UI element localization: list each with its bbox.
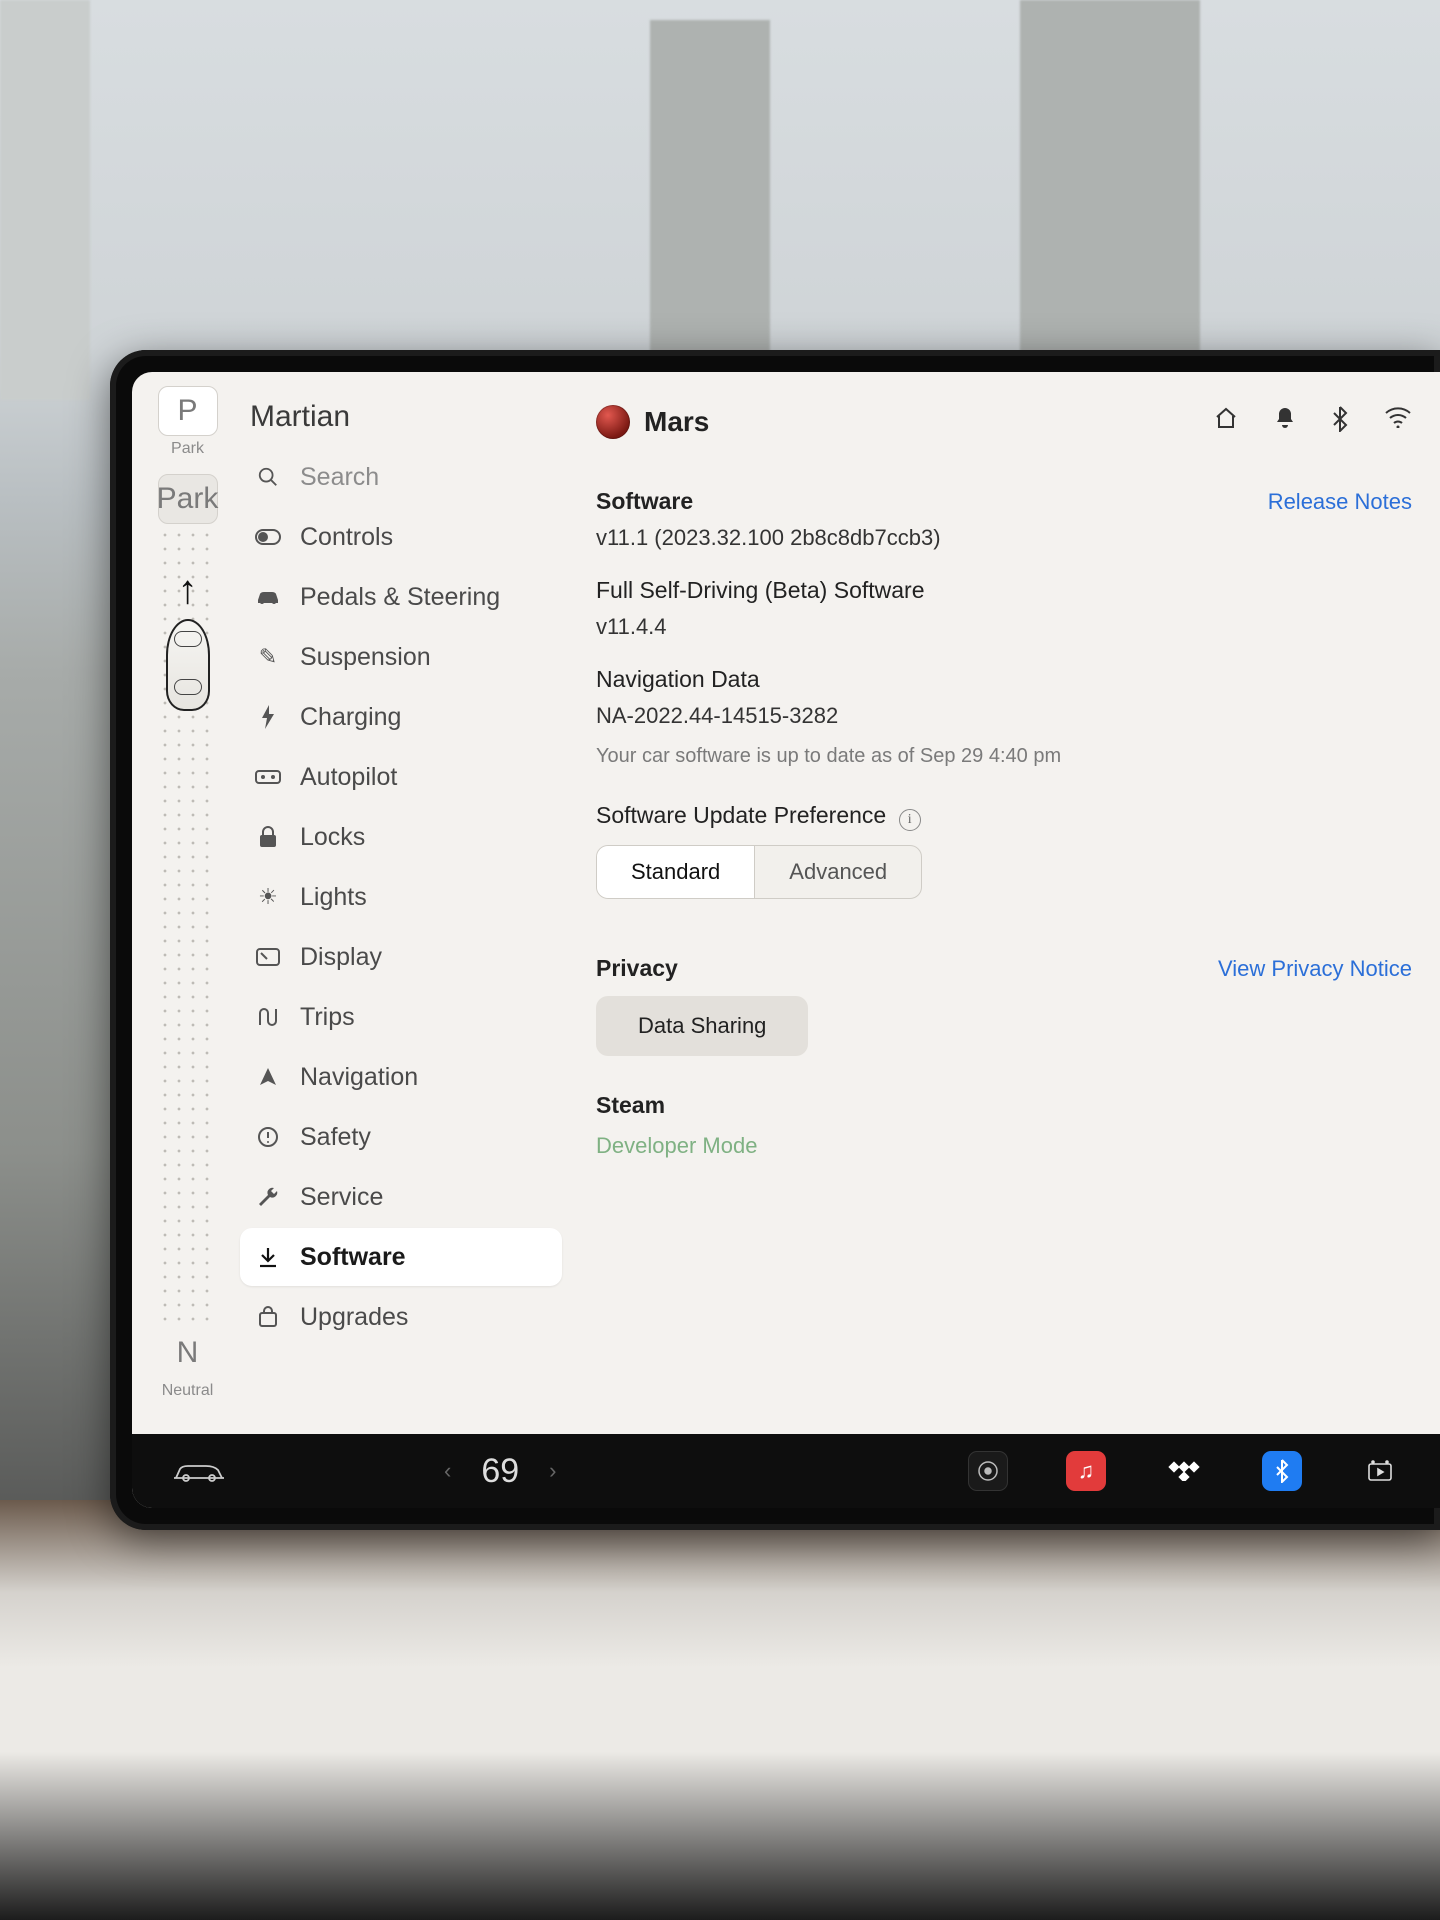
profile-name[interactable]: Martian [240,396,562,448]
display-bezel: P Park Park ↑ N Neutral Martian [110,350,1440,1530]
sidebar-item-safety[interactable]: Safety [240,1108,562,1166]
sidebar-item-charging[interactable]: Charging [240,688,562,746]
warn-icon [254,1126,282,1148]
pref-standard-button[interactable]: Standard [597,846,755,898]
wrench-icon [254,1186,282,1208]
wifi-icon[interactable] [1384,406,1412,439]
gear-park-label: Park [171,440,204,458]
info-icon[interactable]: i [899,809,921,831]
developer-mode-button[interactable]: Developer Mode [596,1133,1412,1159]
software-heading: Software [596,488,693,515]
gear-neutral-button[interactable]: N [158,1328,218,1378]
update-pref-heading: Software Update Preference [596,802,886,828]
gear-park-indicator: Park [158,474,218,524]
sidebar-item-label: Lights [300,883,367,912]
sidebar-item-autopilot[interactable]: Autopilot [240,748,562,806]
nav-icon [254,1067,282,1087]
sidebar-item-service[interactable]: Service [240,1168,562,1226]
main-panel: Mars [572,372,1440,1434]
sidebar-item-label: Software [300,1243,406,1272]
privacy-heading: Privacy [596,955,678,982]
gear-column: P Park Park ↑ N Neutral [132,372,232,1434]
sidebar-item-label: Service [300,1183,383,1212]
sidebar-item-suspension[interactable]: ✎ Suspension [240,628,562,686]
sidebar-item-label: Display [300,943,382,972]
sidebar-item-label: Locks [300,823,365,852]
release-notes-link[interactable]: Release Notes [1268,489,1412,515]
route-icon [254,1007,282,1027]
chevron-left-icon[interactable]: ‹ [444,1458,451,1484]
steering-wheel-icon [254,769,282,785]
fsd-version: v11.4.4 [596,614,1412,640]
sidebar-item-label: Controls [300,523,393,552]
dashcam-icon[interactable] [968,1451,1008,1491]
update-status: Your car software is up to date as of Se… [596,745,1412,768]
pen-icon: ✎ [254,644,282,670]
driving-lane-visualization: ↑ [158,528,218,1328]
sidebar-item-search[interactable]: Search [240,448,562,506]
sidebar-item-controls[interactable]: Controls [240,508,562,566]
main-header: Mars [596,396,1412,448]
display-icon [254,948,282,966]
tidal-app-icon[interactable] [1164,1451,1204,1491]
bag-icon [254,1306,282,1328]
car-launcher-icon[interactable] [172,1459,226,1483]
gear-park-button[interactable]: P [158,386,218,436]
music-app-icon[interactable]: ♫ [1066,1451,1106,1491]
download-icon [254,1246,282,1268]
sidebar-item-pedals-steering[interactable]: Pedals & Steering [240,568,562,626]
software-version: v11.1 (2023.32.100 2b8c8db7ccb3) [596,525,1412,551]
navdata-heading: Navigation Data [596,666,1412,693]
sidebar-item-label: Search [300,463,379,492]
gear-neutral: N Neutral [158,1328,218,1416]
sidebar-item-label: Autopilot [300,763,397,792]
bluetooth-app-icon[interactable] [1262,1451,1302,1491]
temperature-value: 69 [481,1452,519,1491]
sidebar-item-locks[interactable]: Locks [240,808,562,866]
settings-sidebar: Martian Search Controls [232,372,572,1434]
bolt-icon [254,705,282,729]
gear-neutral-label: Neutral [162,1382,214,1400]
sidebar-item-label: Charging [300,703,401,732]
search-icon [254,466,282,488]
privacy-notice-link[interactable]: View Privacy Notice [1218,956,1412,982]
sidebar-item-label: Suspension [300,643,431,672]
sidebar-item-label: Safety [300,1123,371,1152]
sidebar-item-label: Pedals & Steering [300,583,500,612]
car-top-icon [166,619,210,711]
sidebar-item-label: Upgrades [300,1303,408,1332]
sidebar-item-display[interactable]: Display [240,928,562,986]
music-glyph: ♫ [1078,1458,1095,1484]
chevron-right-icon[interactable]: › [549,1458,556,1484]
sidebar-item-trips[interactable]: Trips [240,988,562,1046]
sidebar-item-navigation[interactable]: Navigation [240,1048,562,1106]
fsd-heading: Full Self-Driving (Beta) Software [596,577,1412,604]
navdata-version: NA-2022.44-14515-3282 [596,703,1412,729]
notifications-icon[interactable] [1274,406,1296,439]
gear-letter: P [177,394,197,428]
update-pref-segmented: Standard Advanced [596,845,922,899]
data-sharing-button[interactable]: Data Sharing [596,996,808,1056]
lock-icon [254,826,282,848]
toggle-icon [254,529,282,545]
gear-letter-n: N [177,1336,199,1370]
bottom-dock: ‹ 69 › ♫ [132,1434,1440,1508]
sidebar-item-software[interactable]: Software [240,1228,562,1286]
gear-park-label-small: Park [157,482,219,516]
sidebar-item-lights[interactable]: ☀︎ Lights [240,868,562,926]
sidebar-item-label: Trips [300,1003,355,1032]
pref-advanced-button[interactable]: Advanced [755,846,921,898]
sidebar-item-label: Navigation [300,1063,418,1092]
sun-icon: ☀︎ [254,884,282,910]
avatar[interactable] [596,405,630,439]
bluetooth-icon[interactable] [1332,406,1348,439]
home-icon[interactable] [1214,406,1238,439]
video-app-icon[interactable] [1360,1451,1400,1491]
page-title: Mars [644,406,709,438]
steam-heading: Steam [596,1092,1412,1119]
car-icon [254,589,282,605]
climate-control[interactable]: ‹ 69 › [444,1452,556,1491]
sidebar-item-upgrades[interactable]: Upgrades [240,1288,562,1346]
